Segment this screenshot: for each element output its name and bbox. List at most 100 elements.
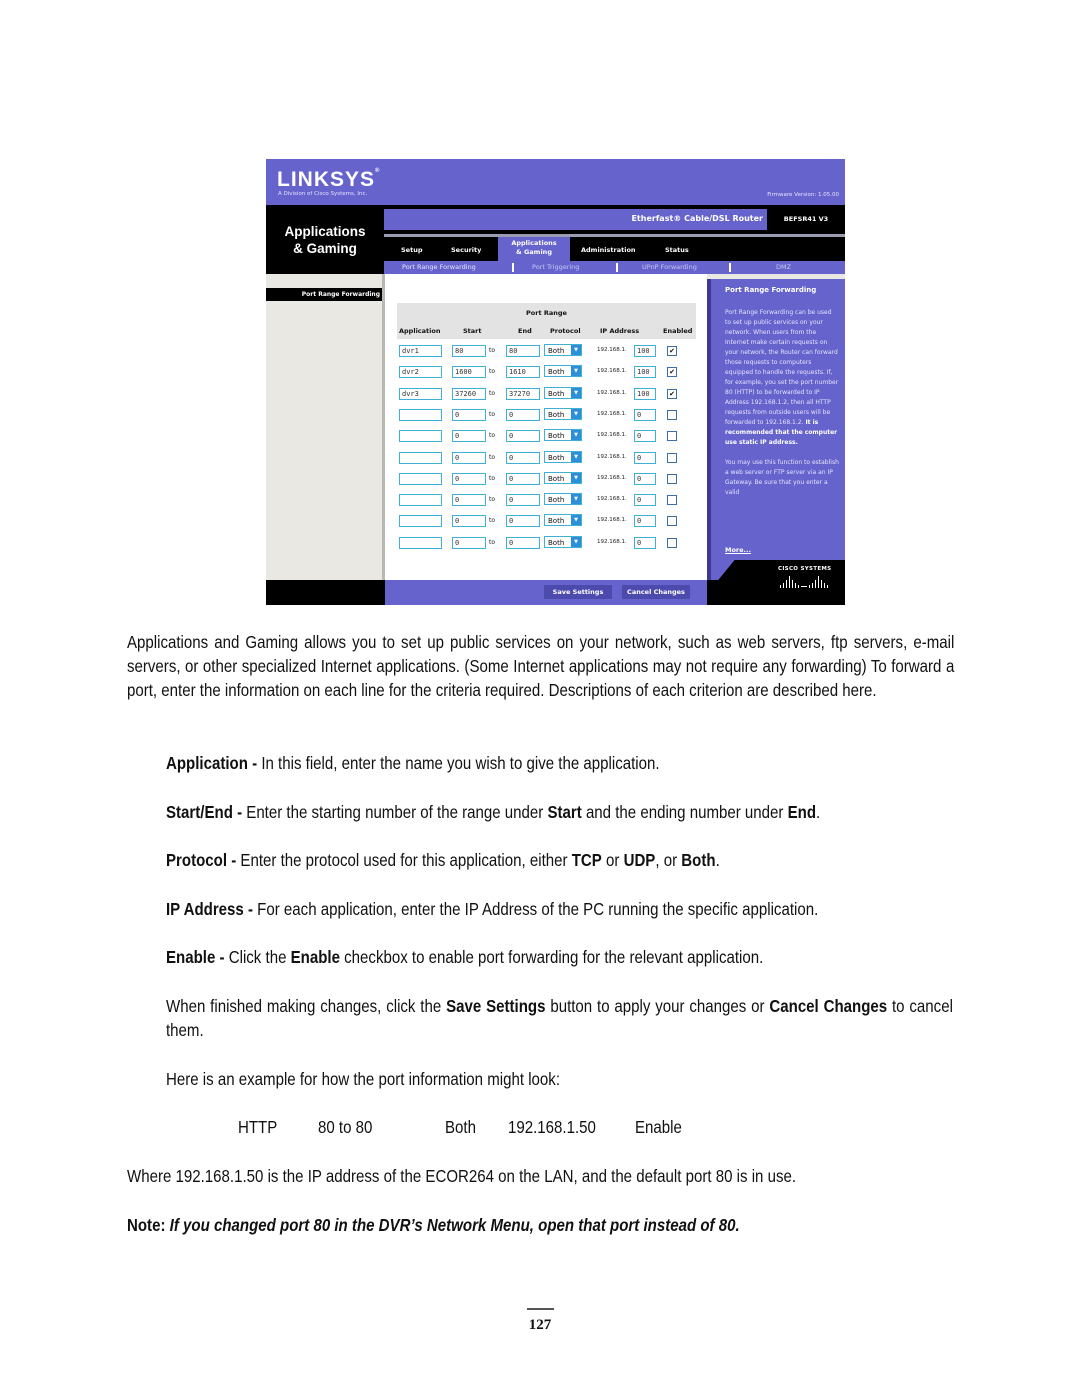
end-port-input[interactable]: 0: [506, 451, 540, 464]
protocol-select[interactable]: Both ▼: [544, 429, 582, 442]
dropdown-arrow-icon: ▼: [571, 451, 581, 462]
enabled-checkbox[interactable]: [667, 473, 677, 484]
subtab-port-range-forwarding[interactable]: Port Range Forwarding: [402, 261, 476, 274]
enabled-checkbox[interactable]: [667, 409, 677, 420]
application-input[interactable]: [399, 451, 442, 464]
enabled-checkbox[interactable]: [667, 516, 677, 527]
start-port-input[interactable]: 0: [452, 494, 486, 507]
enabled-checkbox[interactable]: ✔: [667, 388, 677, 399]
ip-prefix: 192.168.1.: [597, 347, 627, 353]
start-port-input[interactable]: 0: [452, 430, 486, 443]
protocol-select[interactable]: Both ▼: [544, 493, 582, 506]
protocol-select[interactable]: Both ▼: [544, 514, 582, 527]
tab-security[interactable]: Security: [451, 237, 481, 261]
end-port-input[interactable]: 0: [506, 472, 540, 485]
end-port-input[interactable]: 0: [506, 494, 540, 507]
item-ip-address: IP Address - For each application, enter…: [166, 899, 819, 919]
to-label: to: [489, 432, 496, 440]
ip-prefix: 192.168.1.: [597, 517, 627, 524]
enabled-checkbox[interactable]: [667, 537, 677, 548]
end-port-input[interactable]: 0: [506, 536, 540, 549]
subtab-port-triggering[interactable]: Port Triggering: [532, 261, 579, 274]
save-settings-button[interactable]: Save Settings: [544, 585, 612, 599]
start-port-input[interactable]: 37260: [452, 387, 486, 400]
protocol-select[interactable]: Both ▼: [544, 471, 582, 484]
ip-last-octet-input[interactable]: 100: [634, 366, 656, 379]
product-bar: Etherfast® Cable/DSL Router: [384, 209, 767, 230]
to-label: to: [489, 368, 496, 376]
tab-setup[interactable]: Setup: [401, 237, 422, 261]
table-row: 0 to 0 Both ▼ 192.168.1. 0: [397, 511, 696, 532]
ip-last-octet-input[interactable]: 0: [634, 451, 656, 464]
start-port-input[interactable]: 0: [452, 472, 486, 485]
table-row: dvr3 37260 to 37270 Both ▼ 192.168.1. 100 ✔: [397, 384, 696, 405]
protocol-select[interactable]: Both ▼: [544, 535, 582, 548]
protocol-select[interactable]: Both ▼: [544, 450, 582, 463]
application-input[interactable]: [399, 408, 442, 421]
end-port-input[interactable]: 0: [506, 515, 540, 528]
application-input[interactable]: dvr1: [399, 345, 442, 357]
end-port-input[interactable]: 1610: [506, 366, 540, 379]
tab-administration[interactable]: Administration: [581, 237, 636, 261]
subtab-dmz[interactable]: DMZ: [776, 261, 791, 274]
cisco-bridge-icon: [780, 576, 828, 588]
where-paragraph: Where 192.168.1.50 is the IP address of …: [127, 1166, 797, 1186]
more-link[interactable]: More...: [725, 546, 751, 554]
ip-last-octet-input[interactable]: 0: [634, 472, 656, 485]
tab-applications-gaming[interactable]: Applications & Gaming: [498, 237, 570, 261]
ip-last-octet-input[interactable]: 0: [634, 515, 656, 528]
application-input[interactable]: [399, 515, 442, 528]
item-application: Application - In this field, enter the n…: [166, 753, 660, 773]
to-label: to: [489, 496, 496, 504]
table-row: dvr2 1600 to 1610 Both ▼ 192.168.1. 100 ✔: [397, 362, 696, 383]
tab-status[interactable]: Status: [665, 237, 689, 261]
end-port-input[interactable]: 0: [506, 430, 540, 443]
protocol-select[interactable]: Both ▼: [544, 386, 582, 399]
ip-last-octet-input[interactable]: 0: [634, 430, 656, 443]
application-input[interactable]: [399, 430, 442, 443]
enabled-checkbox[interactable]: ✔: [667, 346, 677, 356]
application-input[interactable]: [399, 494, 442, 507]
col-ip-address: IP Address: [600, 327, 640, 335]
cancel-changes-button[interactable]: Cancel Changes: [622, 585, 690, 599]
start-port-input[interactable]: 0: [452, 408, 486, 421]
protocol-select[interactable]: Both ▼: [544, 344, 582, 356]
table-row: 0 to 0 Both ▼ 192.168.1. 0: [397, 405, 696, 426]
dropdown-arrow-icon: ▼: [571, 408, 581, 419]
ip-last-octet-input[interactable]: 100: [634, 345, 656, 357]
to-label: to: [489, 538, 496, 546]
ip-last-octet-input[interactable]: 0: [634, 536, 656, 549]
enabled-checkbox[interactable]: [667, 431, 677, 442]
linksys-logo: LINKSYS®: [277, 168, 381, 191]
application-input[interactable]: [399, 536, 442, 549]
start-port-input[interactable]: 80: [452, 345, 486, 357]
protocol-select[interactable]: Both ▼: [544, 407, 582, 420]
start-port-input[interactable]: 0: [452, 451, 486, 464]
application-input[interactable]: dvr3: [399, 387, 442, 400]
enabled-checkbox[interactable]: ✔: [667, 367, 677, 378]
to-label: to: [489, 347, 496, 354]
application-input[interactable]: [399, 472, 442, 485]
protocol-select[interactable]: Both ▼: [544, 365, 582, 378]
start-port-input[interactable]: 1600: [452, 366, 486, 379]
dropdown-arrow-icon: ▼: [571, 366, 581, 377]
left-column: [266, 274, 384, 580]
application-input[interactable]: dvr2: [399, 366, 442, 379]
enabled-checkbox[interactable]: [667, 452, 677, 463]
ip-prefix: 192.168.1.: [597, 496, 627, 503]
note-paragraph: Note: If you changed port 80 in the DVR’…: [127, 1215, 740, 1235]
end-port-input[interactable]: 0: [506, 408, 540, 421]
subtab-upnp-forwarding[interactable]: UPnP Forwarding: [642, 261, 697, 274]
ip-last-octet-input[interactable]: 0: [634, 408, 656, 421]
dropdown-arrow-icon: ▼: [571, 345, 581, 355]
end-port-input[interactable]: 80: [506, 345, 540, 357]
enabled-checkbox[interactable]: [667, 495, 677, 506]
subtab-separator: [729, 263, 731, 272]
start-port-input[interactable]: 0: [452, 515, 486, 528]
product-name: Etherfast® Cable/DSL Router: [631, 214, 763, 223]
end-port-input[interactable]: 37270: [506, 387, 540, 400]
ip-last-octet-input[interactable]: 0: [634, 494, 656, 507]
dropdown-arrow-icon: ▼: [571, 515, 581, 526]
ip-last-octet-input[interactable]: 100: [634, 387, 656, 400]
start-port-input[interactable]: 0: [452, 536, 486, 549]
